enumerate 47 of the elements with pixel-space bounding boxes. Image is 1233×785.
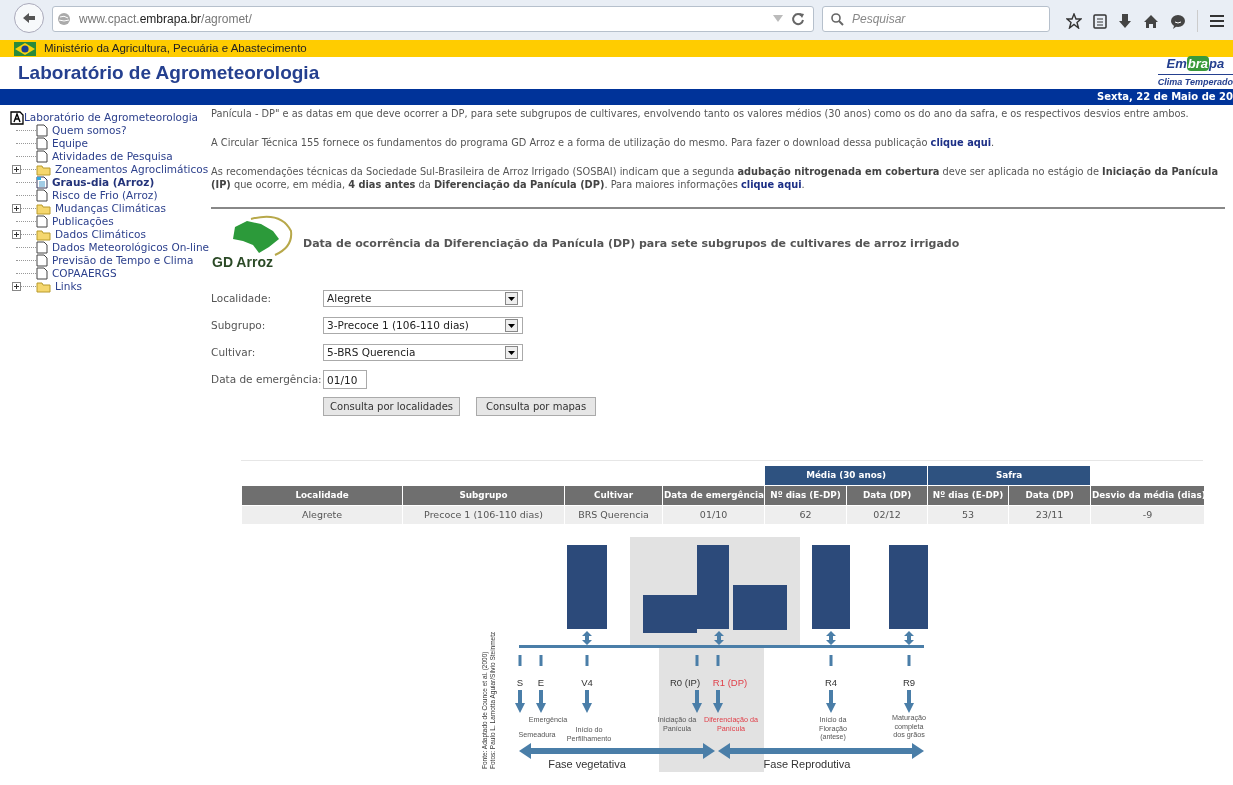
site-title: Laboratório de Agrometeorologia <box>18 60 320 85</box>
query-button[interactable]: Consulta por mapas <box>476 397 597 416</box>
tree-item[interactable]: Dados Climáticos <box>55 228 146 241</box>
stage-code: S <box>516 677 524 688</box>
tree-item[interactable]: Previsão de Tempo e Clima <box>52 254 194 267</box>
ministry-name: Ministério da Agricultura, Pecuária e Abastecimento <box>44 40 307 56</box>
query-button[interactable]: Consulta por localidades <box>323 397 461 416</box>
column-group-header: Safra <box>927 465 1091 486</box>
link[interactable]: clique aqui <box>741 179 802 190</box>
tree-item[interactable]: Dados Meteorológicos On-line <box>52 241 210 254</box>
dropdown[interactable]: 3-Precoce 1 (106-110 dias) <box>323 317 524 334</box>
gd-arroz-logo: GD Arroz <box>211 215 296 269</box>
stage-code: E <box>537 677 545 688</box>
field-label: Subgrupo: <box>211 317 267 333</box>
phase-label: Fase Reprodutiva <box>763 758 851 770</box>
column-header: Localidade <box>241 485 403 506</box>
input-field[interactable]: 01/10 <box>323 370 368 389</box>
search-field[interactable]: Pesquisar <box>822 6 1050 32</box>
tree-item[interactable]: Atividades de Pesquisa <box>52 150 173 163</box>
tree-item[interactable]: Zoneamentos Agroclimáticos <box>55 163 209 176</box>
field-label: Data de emergência: <box>211 371 323 387</box>
dropdown[interactable]: 5-BRS Querencia <box>323 344 524 361</box>
stage-code: V4 <box>581 677 593 688</box>
field-label: Cultivar: <box>211 344 257 360</box>
tree-item[interactable]: Graus-dia (Arroz) <box>52 176 155 189</box>
stage-code: R9 <box>902 677 916 688</box>
tree-item[interactable]: Quem somos? <box>52 124 127 137</box>
date-bar: Sexta, 22 de Maio de 20 <box>0 89 1233 105</box>
stage-code: R4 <box>824 677 838 688</box>
column-group-header: Média (30 anos) <box>764 465 928 486</box>
field-label: Localidade: <box>211 290 272 306</box>
tree-item[interactable]: Publicações <box>52 215 114 228</box>
paragraph: As recomendações técnicas da Sociedade Sul-Brasileira de Arroz Irrigado (SOSBAI) indicam que a segunda adubação nitrogenada em cobertura deve ser aplicada no estágio de Iniciação da Panícula (IP) que ocorre, em média, 4 dias antes da Diferenciação da Panícula (DP). Para maiores informações clique aqui. <box>211 165 1220 191</box>
address-bar[interactable]: www.cpact.embrapa.br/agromet/ <box>52 6 814 32</box>
tree-item[interactable]: COPAAERGS <box>52 267 117 280</box>
phase-label: Fase vegetativa <box>548 758 626 770</box>
tree-item[interactable]: Risco de Frio (Arroz) <box>52 189 158 202</box>
paragraph: Panícula - DP" e as datas em que deve ocorrer a DP, para sete subgrupos de cultivares, envolvendo tanto os valores médios (30 anos) como os do ano da safra, e os respectivos desvios entre ambos. <box>211 107 1190 120</box>
tool-title: Data de ocorrência da Diferenciação da Panícula (DP) para sete subgrupos de cultivares de arroz irrigado <box>303 235 960 252</box>
stage-code: R1 (DP) <box>712 677 748 688</box>
stage-code: R0 (IP) <box>670 677 701 688</box>
tree-item[interactable]: Mudanças Climáticas <box>55 202 167 215</box>
tree-item[interactable]: Links <box>55 280 82 293</box>
paragraph: A Circular Técnica 155 fornece os fundamentos do programa GD Arroz e a forma de utilização do mesmo. Para fazer o download dessa publicação clique aqui. <box>211 136 996 149</box>
tree-item[interactable]: Laboratório de Agrometeorologia <box>24 111 199 124</box>
tree-item[interactable]: Equipe <box>52 137 88 150</box>
dropdown[interactable]: Alegrete <box>323 290 524 307</box>
